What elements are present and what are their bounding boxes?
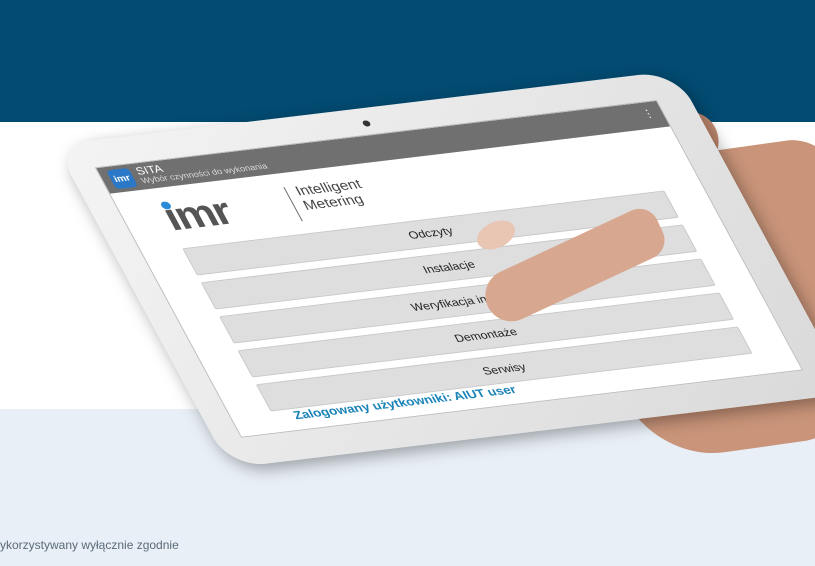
logo-mark: imr	[154, 189, 240, 239]
company-logo: imr Intelligent Metering	[155, 177, 367, 240]
app-logo-icon[interactable]: imr	[106, 167, 139, 190]
logo-text: Intelligent Metering	[293, 177, 373, 214]
app-icon-label: imr	[111, 172, 133, 185]
overflow-menu-icon[interactable]: ⋮	[639, 107, 657, 120]
tablet-screen: imr SITA Wybór czynności do wykonania ⋮ …	[94, 99, 804, 438]
footer-text: ykorzystywany wyłącznie zgodnie	[0, 538, 179, 552]
camera-icon	[361, 120, 372, 127]
action-menu: Odczyty Instalacje Weryfikacja instalacj…	[182, 190, 754, 419]
